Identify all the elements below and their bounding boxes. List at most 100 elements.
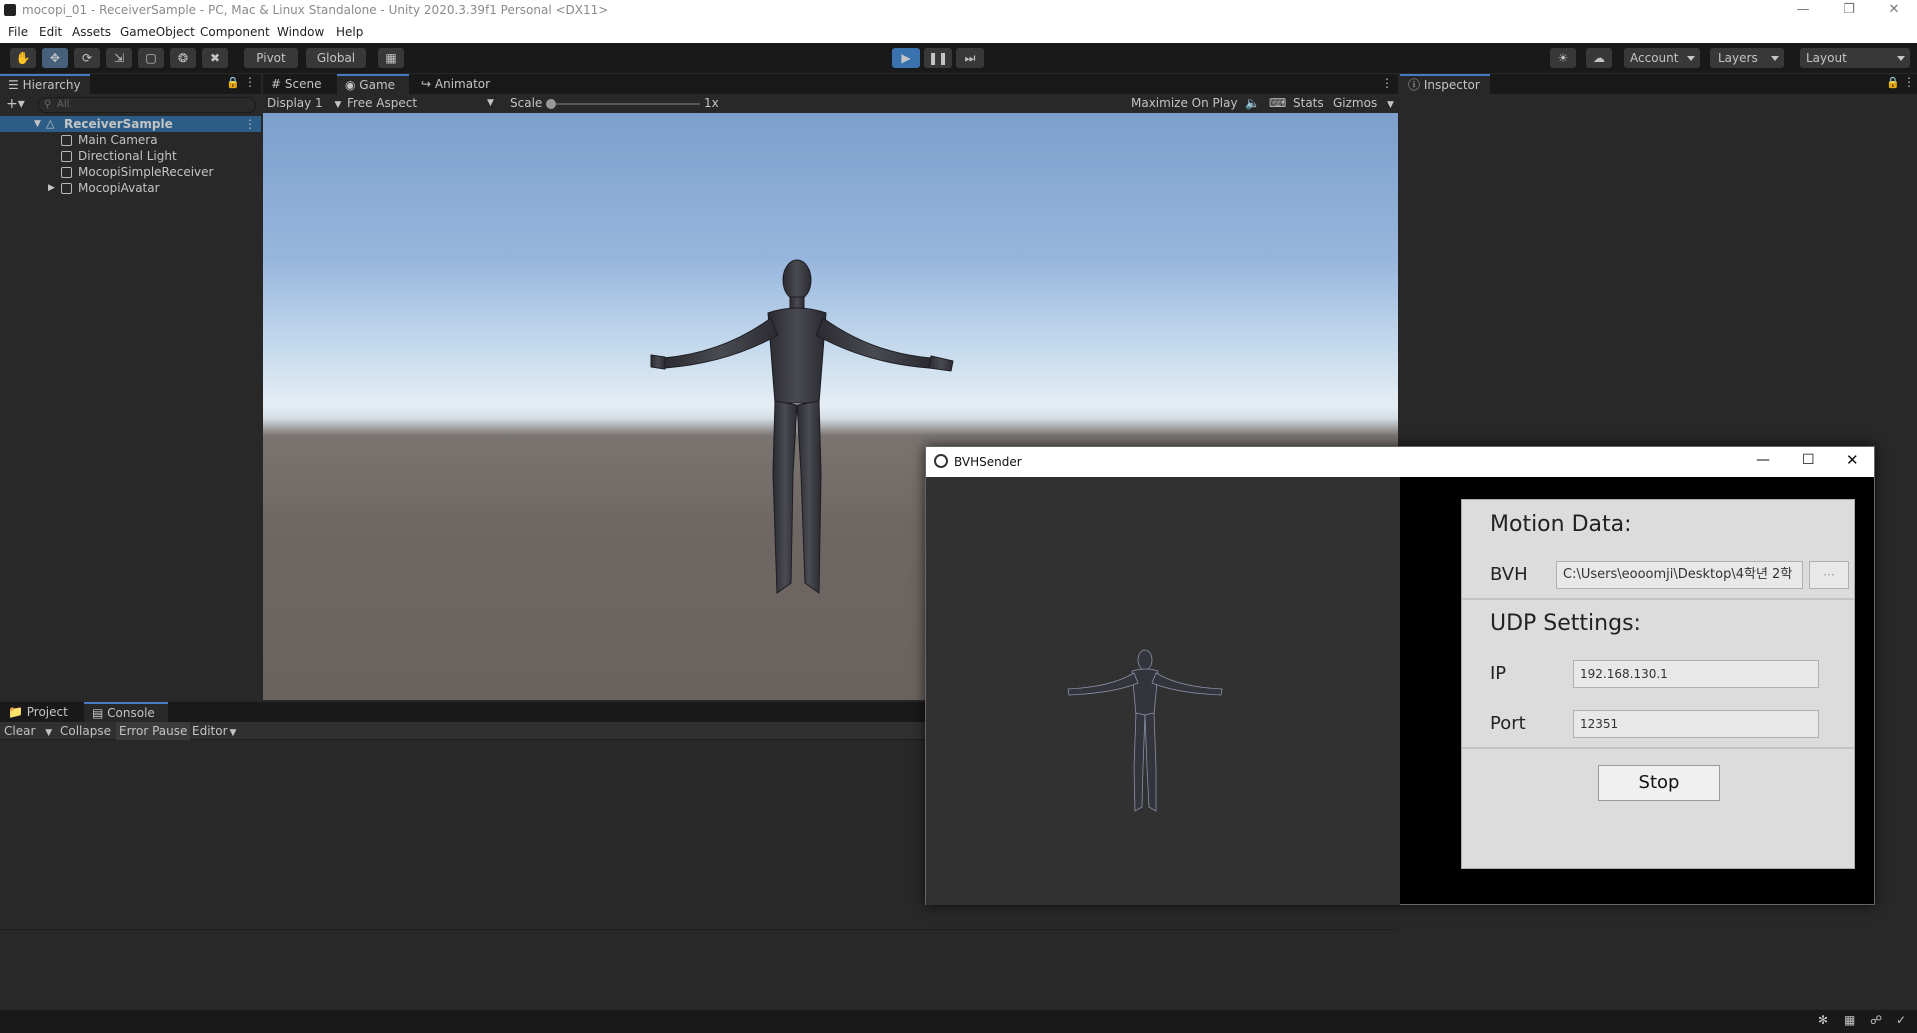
collapse-toggle[interactable]: Collapse: [60, 722, 111, 740]
scale-tool-icon[interactable]: ⇲: [106, 48, 132, 68]
close-window-button[interactable]: ✕: [1871, 0, 1917, 22]
port-input[interactable]: 12351: [1573, 710, 1819, 738]
bug-icon[interactable]: ✻: [1818, 1013, 1828, 1027]
layout-dropdown[interactable]: Layout: [1800, 48, 1910, 68]
editor-dropdown[interactable]: Editor ▼: [192, 722, 236, 742]
port-label: Port: [1490, 713, 1526, 734]
ip-input[interactable]: 192.168.130.1: [1573, 660, 1819, 688]
gizmos-dropdown[interactable]: Gizmos ▼: [1333, 94, 1394, 115]
snap-grid-icon[interactable]: ▦: [378, 48, 404, 68]
maximize-window-button[interactable]: ☐: [1802, 452, 1815, 468]
progress-check-icon[interactable]: ✓: [1896, 1013, 1906, 1027]
scene-name: ReceiverSample: [64, 117, 173, 131]
custom-tool-icon[interactable]: ✖: [202, 48, 228, 68]
tree-item-scene[interactable]: ▼ △ ReceiverSample ⋮: [0, 116, 261, 132]
browse-button[interactable]: ···: [1809, 561, 1849, 589]
menu-window[interactable]: Window: [277, 25, 324, 39]
minimize-window-button[interactable]: —: [1756, 452, 1770, 468]
menu-help[interactable]: Help: [336, 25, 363, 39]
menu-edit[interactable]: Edit: [39, 25, 62, 39]
move-tool-icon[interactable]: ✥: [42, 48, 68, 68]
animator-tab-label: Animator: [434, 77, 491, 91]
collab-icon[interactable]: ☀: [1550, 48, 1576, 68]
inspector-tab-bar: ⓘ Inspector 🔒 ⋮: [1400, 74, 1917, 94]
stop-button[interactable]: Stop: [1598, 765, 1720, 801]
mute-audio-icon[interactable]: 🔈: [1245, 94, 1260, 113]
tab-game[interactable]: ◉ Game: [337, 74, 409, 94]
tree-item-label: Main Camera: [78, 133, 158, 147]
layers-dropdown[interactable]: Layers: [1710, 48, 1784, 68]
tree-item-directional-light[interactable]: Directional Light: [0, 148, 261, 164]
tab-animator[interactable]: ↪ Animator: [413, 74, 503, 94]
chevron-down-icon: ▼: [334, 100, 342, 110]
expand-arrow-icon[interactable]: ▼: [34, 116, 41, 132]
kebab-menu-icon[interactable]: ⋮: [1381, 76, 1393, 90]
cloud-icon[interactable]: ☁: [1586, 48, 1612, 68]
tree-item-mocopi-simple-receiver[interactable]: MocopiSimpleReceiver: [0, 164, 261, 180]
bvh-preview-view: [926, 477, 1400, 905]
menu-file[interactable]: File: [8, 25, 28, 39]
scale-value: 1x: [704, 96, 719, 110]
scene-menu-icon[interactable]: ⋮: [244, 116, 256, 132]
main-toolbar: ✋ ✥ ⟳ ⇲ ▢ ❂ ✖ Pivot Global ▦ ▶ ❚❚ ⏭ ☀ ☁ …: [0, 43, 1917, 73]
keyboard-icon[interactable]: ⌨: [1269, 94, 1286, 113]
add-object-icon[interactable]: +▾: [6, 96, 25, 112]
hierarchy-tab-bar: ☰ Hierarchy 🔒 ⋮: [0, 74, 261, 94]
restore-window-button[interactable]: ❐: [1826, 0, 1872, 22]
error-pause-toggle[interactable]: Error Pause: [116, 722, 191, 740]
tab-scene[interactable]: # Scene: [263, 74, 335, 94]
rotate-tool-icon[interactable]: ⟳: [74, 48, 100, 68]
lock-icon[interactable]: 🔒: [226, 76, 240, 89]
chevron-down-icon: ▼: [45, 728, 53, 738]
transform-tool-icon[interactable]: ❂: [170, 48, 196, 68]
pivot-toggle[interactable]: Pivot: [244, 48, 298, 68]
inspector-tab-label: Inspector: [1423, 78, 1480, 92]
tree-item-label: Directional Light: [78, 149, 177, 163]
cache-icon[interactable]: ▦: [1844, 1013, 1855, 1027]
global-label: Global: [316, 51, 356, 65]
tree-item-label: MocopiAvatar: [78, 181, 160, 195]
debug-icon[interactable]: ☍: [1870, 1013, 1882, 1027]
rect-tool-icon[interactable]: ▢: [138, 48, 164, 68]
account-dropdown[interactable]: Account: [1624, 48, 1700, 68]
pivot-label: Pivot: [256, 51, 286, 65]
menu-assets[interactable]: Assets: [72, 25, 111, 39]
minimize-window-button[interactable]: —: [1780, 0, 1826, 22]
pause-button[interactable]: ❚❚: [924, 48, 952, 68]
display-label: Display 1: [267, 96, 323, 110]
motion-data-heading: Motion Data:: [1490, 512, 1632, 537]
tab-inspector[interactable]: ⓘ Inspector: [1400, 74, 1490, 94]
section-divider: [1462, 747, 1854, 749]
unity-logo-icon: [4, 4, 16, 16]
close-window-button[interactable]: ✕: [1846, 451, 1859, 469]
clear-button[interactable]: Clear ▼: [4, 722, 52, 742]
play-button[interactable]: ▶: [892, 48, 920, 68]
kebab-menu-icon[interactable]: ⋮: [1903, 75, 1915, 89]
hierarchy-search-input[interactable]: ⚲ All: [38, 97, 256, 113]
display-dropdown[interactable]: Display 1 ▼: [267, 94, 341, 115]
tree-item-main-camera[interactable]: Main Camera: [0, 132, 261, 148]
stats-toggle[interactable]: Stats: [1293, 94, 1324, 113]
tab-hierarchy[interactable]: ☰ Hierarchy: [0, 74, 90, 94]
scale-slider[interactable]: [546, 99, 700, 109]
expand-arrow-icon[interactable]: ▶: [48, 180, 55, 196]
kebab-menu-icon[interactable]: ⋮: [244, 75, 256, 89]
tab-console[interactable]: ▤ Console: [84, 702, 168, 722]
bvh-window-title: BVHSender: [954, 455, 1022, 469]
aspect-dropdown[interactable]: Free Aspect ▼: [347, 94, 499, 113]
lock-icon[interactable]: 🔒: [1886, 76, 1900, 89]
menu-gameobject[interactable]: GameObject: [120, 25, 195, 39]
bvh-path-field[interactable]: C:\Users\eooomji\Desktop\4학년 2학: [1556, 561, 1803, 589]
tree-item-mocopi-avatar[interactable]: ▶ MocopiAvatar: [0, 180, 261, 196]
global-toggle[interactable]: Global: [306, 48, 366, 68]
maximize-on-play-toggle[interactable]: Maximize On Play: [1131, 94, 1238, 113]
tab-project[interactable]: 📁 Project: [0, 702, 80, 722]
window-title-bar: mocopi_01 - ReceiverSample - PC, Mac & L…: [0, 0, 1917, 22]
menu-bar: File Edit Assets GameObject Component Wi…: [0, 22, 1917, 43]
chevron-down-icon: ▼: [1387, 100, 1394, 110]
chevron-down-icon: [1897, 56, 1905, 61]
hand-tool-icon[interactable]: ✋: [10, 48, 36, 68]
menu-component[interactable]: Component: [200, 25, 270, 39]
step-button[interactable]: ⏭: [956, 48, 984, 68]
scale-slider-thumb[interactable]: [546, 99, 556, 109]
